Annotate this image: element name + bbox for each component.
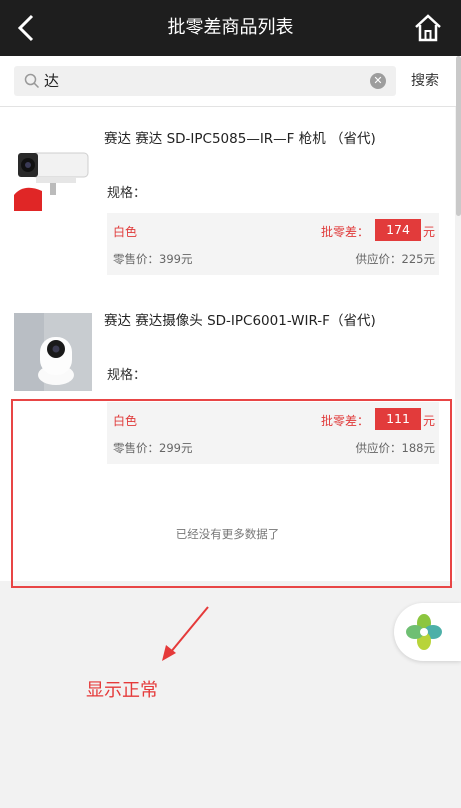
search-bar: 达 ✕ 搜索 xyxy=(0,56,461,107)
product-image xyxy=(14,313,92,391)
product-image xyxy=(14,133,92,211)
spec-label: 规格： xyxy=(107,368,147,383)
product-name[interactable]: 赛达 赛达 SD-IPC5085—IR—F 枪机 （省代) xyxy=(104,127,376,147)
product-name[interactable]: 赛达 赛达摄像头 SD-IPC6001-WIR-F（省代) xyxy=(104,309,376,329)
price-difference-value: 174 xyxy=(375,219,421,241)
price-difference-label: 批零差： xyxy=(320,225,369,239)
spec-label: 规格： xyxy=(107,186,147,201)
search-input[interactable]: 达 ✕ xyxy=(14,66,396,96)
top-navigation-bar: 批零差商品列表 xyxy=(0,0,461,56)
variant-color: 白色 xyxy=(113,225,138,239)
search-button[interactable]: 搜索 xyxy=(411,56,439,106)
supply-price: 供应价：225元 xyxy=(355,252,435,266)
pinwheel-logo-icon xyxy=(406,614,442,650)
floating-menu-button[interactable] xyxy=(394,603,461,661)
retail-price: 零售价：399元 xyxy=(113,252,193,266)
annotation-text: 显示正常 xyxy=(86,680,158,701)
scrollbar[interactable] xyxy=(456,56,461,216)
home-icon[interactable] xyxy=(413,13,443,43)
currency-unit: 元 xyxy=(422,225,435,239)
search-query[interactable]: 达 xyxy=(44,66,59,96)
highlight-frame xyxy=(11,399,452,588)
search-icon xyxy=(24,73,40,89)
annotation-arrow xyxy=(162,606,209,661)
page-title: 批零差商品列表 xyxy=(167,17,294,38)
variant-box[interactable]: 白色 批零差： 174 元 零售价：399元 供应价：225元 xyxy=(107,213,439,275)
clear-icon[interactable]: ✕ xyxy=(370,73,386,89)
